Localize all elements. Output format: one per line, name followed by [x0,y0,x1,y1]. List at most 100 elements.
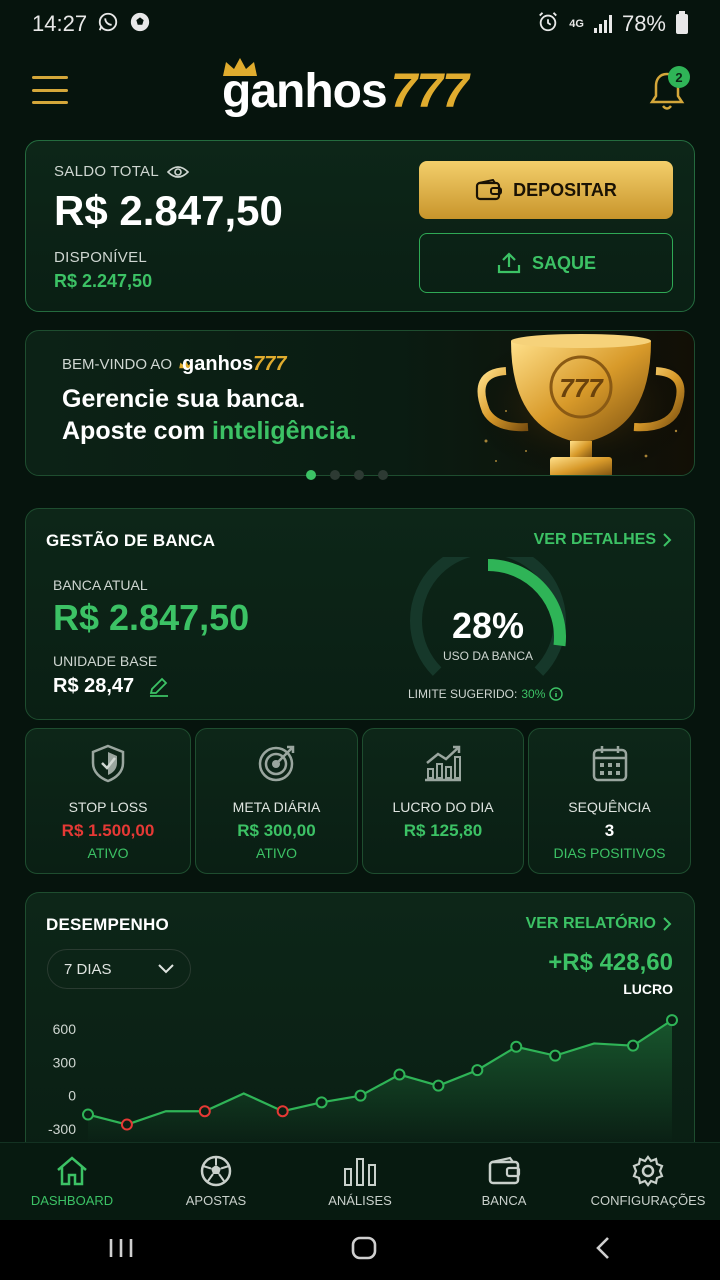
soccer-ball-status-icon [129,11,151,37]
withdraw-button[interactable]: SAQUE [419,233,673,293]
whatsapp-icon [97,11,119,37]
bank-usage-percent: 28% [451,605,525,646]
chart-point[interactable] [276,1105,289,1118]
eye-icon[interactable] [167,165,190,179]
current-bank-value: R$ 2.847,50 [53,597,250,638]
carousel-dot[interactable] [354,470,364,480]
chart-point[interactable] [471,1064,484,1077]
view-details-link[interactable]: VER DETALHES [534,531,672,549]
welcome-label: BEM-VINDO AO [62,356,173,373]
chevron-right-icon [663,533,672,547]
status-time: 14:27 [32,11,88,36]
welcome-banner[interactable]: BEM-VINDO AO ganhos777 Gerencie sua banc… [25,330,695,476]
performance-chart: 600 300 0 -300 [48,1014,678,1143]
svg-text:777: 777 [559,373,604,403]
recent-apps-icon[interactable] [107,1236,135,1265]
current-bank-label: BANCA ATUAL [53,577,148,593]
stat-card-streak[interactable]: SEQUÊNCIA 3 DIAS POSITIVOS [528,728,691,874]
network-type: 4G [569,17,584,30]
growth-chart-icon [425,745,461,782]
y-tick-label: 300 [53,1054,77,1070]
bar-chart-icon [344,1158,376,1186]
chart-point[interactable] [393,1068,406,1081]
home-system-icon[interactable] [350,1235,378,1266]
pencil-icon[interactable] [148,677,170,697]
nav-dashboard[interactable]: DASHBOARD [0,1143,144,1220]
wallet-icon [476,179,503,201]
chart-point[interactable] [549,1049,562,1062]
carousel-dots [306,470,388,480]
logo-word: ganhos [222,65,388,118]
nav-banca[interactable]: BANCA [432,1143,576,1220]
stat-card-daily-goal[interactable]: META DIÁRIA R$ 300,00 ATIVO [195,728,358,874]
chart-point[interactable] [666,1014,678,1027]
chevron-down-icon [158,964,174,974]
notifications-button[interactable]: 2 [648,66,690,114]
logo-number: 777 [390,65,469,118]
upload-icon [497,252,521,274]
available-value: R$ 2.247,50 [54,271,153,291]
y-tick-label: 600 [53,1021,77,1037]
deposit-label: DEPOSITAR [513,179,617,200]
gear-icon [632,1155,664,1187]
period-profit-value: +R$ 428,60 [548,949,673,976]
app-bar: ganhos777 2 [0,56,720,126]
chart-point[interactable] [315,1096,328,1109]
calendar-icon [592,746,627,782]
total-balance-value: R$ 2.847,50 [54,187,283,234]
carousel-dot[interactable] [330,470,340,480]
carousel-dot[interactable] [306,470,316,480]
bankroll-card: GESTÃO DE BANCA VER DETALHES BANCA ATUAL… [25,508,695,720]
base-unit-label: UNIDADE BASE [53,653,158,669]
total-balance-label: SALDO TOTAL [54,163,160,180]
chart-point[interactable] [120,1118,133,1131]
info-icon[interactable] [549,687,564,701]
balance-card: SALDO TOTAL R$ 2.847,50 DISPONÍVEL R$ 2.… [25,140,695,312]
carousel-dot[interactable] [378,470,388,480]
system-navigation [0,1220,720,1280]
target-icon [258,745,294,782]
nav-analises[interactable]: ANÁLISES [288,1143,432,1220]
base-unit-value: R$ 28,47 [53,675,135,697]
chart-point[interactable] [510,1040,523,1053]
nav-configuracoes[interactable]: CONFIGURAÇÕES [576,1143,720,1220]
chart-point[interactable] [82,1108,94,1121]
suggested-limit: LIMITE SUGERIDO: 30% [408,687,564,701]
wallet-icon [488,1156,521,1185]
banner-brand-word: ganhos [182,353,254,375]
battery-percent: 78% [621,11,666,36]
performance-title: DESEMPENHO [46,915,169,934]
banner-headline: Gerencie sua banca. Aposte com inteligên… [62,385,357,445]
available-label: DISPONÍVEL [54,249,148,266]
banner-brand-number: 777 [253,353,287,375]
app-logo: ganhos777 [220,56,510,126]
view-report-link[interactable]: VER RELATÓRIO [526,915,672,933]
trophy-image: 777 [466,331,694,475]
stat-card-stop-loss[interactable]: STOP LOSS R$ 1.500,00 ATIVO [25,728,191,874]
chart-point[interactable] [432,1079,445,1092]
performance-card: DESEMPENHO VER RELATÓRIO 7 DIAS +R$ 428,… [25,892,695,1152]
bankroll-title: GESTÃO DE BANCA [46,531,216,550]
withdraw-label: SAQUE [531,252,596,273]
notification-badge: 2 [668,66,690,88]
period-select[interactable]: 7 DIAS [47,949,191,989]
deposit-button[interactable]: DEPOSITAR [419,161,673,219]
y-tick-label: -300 [48,1121,76,1137]
chart-point[interactable] [627,1039,640,1052]
signal-icon [593,15,612,33]
stat-card-daily-profit[interactable]: LUCRO DO DIA R$ 125,80 [362,728,524,874]
alarm-icon [537,11,559,37]
home-icon [57,1156,87,1186]
battery-icon [676,11,688,34]
menu-icon[interactable] [32,76,68,104]
soccer-ball-icon [200,1155,232,1187]
back-icon[interactable] [593,1235,613,1266]
chevron-right-icon [663,917,672,931]
nav-apostas[interactable]: APOSTAS [144,1143,288,1220]
chart-area [88,1020,672,1143]
status-bar: 14:27 4G 78% [0,0,720,48]
chart-point[interactable] [198,1105,211,1118]
bottom-navigation: DASHBOARD APOSTAS ANÁLISES BANCA CONFIGU… [0,1142,720,1220]
bank-usage-gauge: 28% USO DA BANCA [408,542,568,697]
chart-point[interactable] [354,1089,367,1102]
